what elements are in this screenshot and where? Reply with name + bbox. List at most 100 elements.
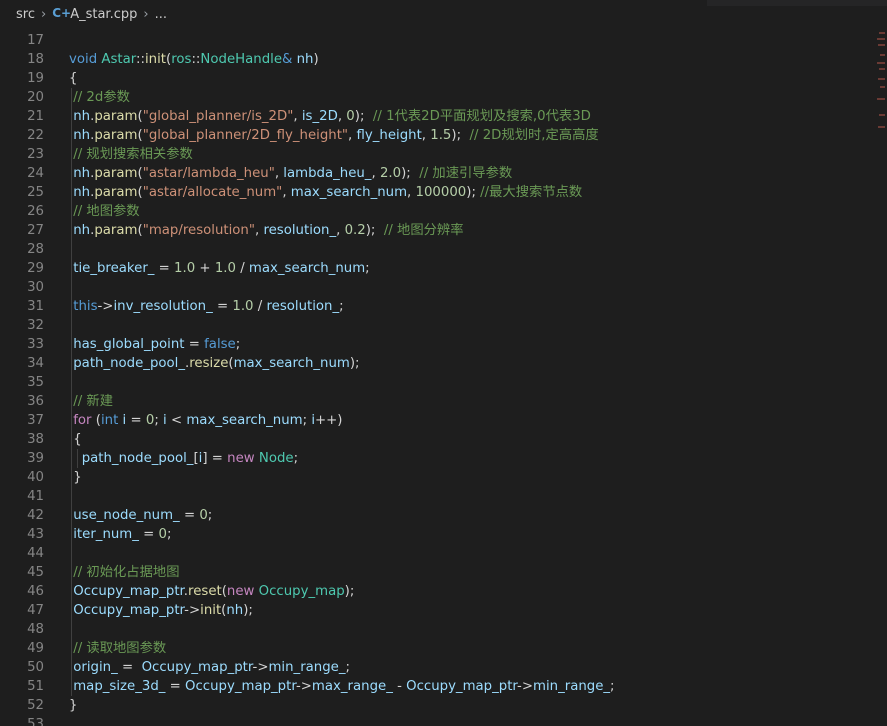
code-line[interactable]: 22 nh.param("global_planner/2D_fly_heigh… xyxy=(0,126,887,145)
code-token: 1.0 xyxy=(174,261,196,276)
code-token: // 读取地图参数 xyxy=(73,641,167,656)
code-text: Occupy_map_ptr.reset(new Occupy_map); xyxy=(69,582,354,601)
code-token: = xyxy=(117,660,142,675)
code-line[interactable]: 25 nh.param("astar/allocate_num", max_se… xyxy=(0,183,887,202)
code-line[interactable]: 45 // 初始化占据地图 xyxy=(0,563,887,582)
code-text: nh.param("astar/allocate_num", max_searc… xyxy=(69,183,582,202)
code-line[interactable]: 28 xyxy=(0,240,887,259)
code-text: path_node_pool_[i] = new Node; xyxy=(69,449,298,468)
code-token: ( xyxy=(91,413,101,428)
code-token: new xyxy=(226,584,255,599)
code-token: // 规划搜索相关参数 xyxy=(73,147,193,162)
code-line[interactable]: 36 // 新建 xyxy=(0,392,887,411)
code-token: "astar/lambda_heu" xyxy=(142,166,275,181)
code-token: 2.0 xyxy=(379,166,402,181)
code-line[interactable]: 18 void Astar::init(ros::NodeHandle& nh) xyxy=(0,50,887,69)
code-token: nh xyxy=(226,603,244,618)
code-text: has_global_point = false; xyxy=(69,335,240,354)
code-line[interactable]: 37 for (int i = 0; i < max_search_num; i… xyxy=(0,411,887,430)
code-line[interactable]: 20 // 2d参数 xyxy=(0,88,887,107)
code-line[interactable]: 38 { xyxy=(0,430,887,449)
code-line[interactable]: 19 { xyxy=(0,69,887,88)
code-line[interactable]: 26 // 地图参数 xyxy=(0,202,887,221)
code-token: ); xyxy=(243,603,253,618)
code-line[interactable]: 17 xyxy=(0,31,887,50)
code-line[interactable]: 34 path_node_pool_.resize(max_search_num… xyxy=(0,354,887,373)
code-token: NodeHandle xyxy=(200,52,283,67)
code-line[interactable]: 24 nh.param("astar/lambda_heu", lambda_h… xyxy=(0,164,887,183)
code-text: // 规划搜索相关参数 xyxy=(69,145,193,164)
code-token: resolution_ xyxy=(266,299,340,314)
code-token: this xyxy=(73,299,98,314)
breadcrumb-file[interactable]: A_star.cpp xyxy=(70,7,137,22)
code-token: // 加速引导参数 xyxy=(419,166,513,181)
code-token: tie_breaker_ xyxy=(73,261,155,276)
code-token: -> xyxy=(517,679,533,694)
line-number: 35 xyxy=(27,375,44,390)
code-line[interactable]: 41 xyxy=(0,487,887,506)
code-line[interactable]: 53 xyxy=(0,715,887,726)
chevron-right-icon: › xyxy=(40,6,47,22)
code-line[interactable]: 47 Occupy_map_ptr->init(nh); xyxy=(0,601,887,620)
minimap-line xyxy=(878,126,885,128)
code-text: } xyxy=(69,468,81,487)
indent-guide xyxy=(71,278,72,297)
code-line[interactable]: 39 path_node_pool_[i] = new Node; xyxy=(0,449,887,468)
code-line[interactable]: 43 iter_num_ = 0; xyxy=(0,525,887,544)
code-line[interactable]: 30 xyxy=(0,278,887,297)
code-line[interactable]: 50 origin_ = Occupy_map_ptr->min_range_; xyxy=(0,658,887,677)
code-token: , xyxy=(371,166,380,181)
code-token: / xyxy=(253,299,267,314)
minimap[interactable] xyxy=(875,28,887,148)
indent-guide xyxy=(71,373,72,392)
code-line[interactable]: 31 this->inv_resolution_ = 1.0 / resolut… xyxy=(0,297,887,316)
code-text: // 新建 xyxy=(69,392,113,411)
code-token: ; xyxy=(207,508,213,523)
code-line[interactable]: 48 xyxy=(0,620,887,639)
code-editor[interactable]: 17 18 void Astar::init(ros::NodeHandle& nh… xyxy=(0,28,887,726)
line-number: 43 xyxy=(27,527,44,542)
code-line[interactable]: 44 xyxy=(0,544,887,563)
code-token: ) xyxy=(313,52,319,67)
code-line[interactable]: 40 } xyxy=(0,468,887,487)
code-text: map_size_3d_ = Occupy_map_ptr->max_range… xyxy=(69,677,614,696)
line-number: 19 xyxy=(27,71,44,86)
code-line[interactable]: 23 // 规划搜索相关参数 xyxy=(0,145,887,164)
code-line[interactable]: 52} xyxy=(0,696,887,715)
code-token: "global_planner/is_2D" xyxy=(142,109,294,124)
code-token: min_range_ xyxy=(268,660,346,675)
code-line[interactable]: 32 xyxy=(0,316,887,335)
code-token: ); xyxy=(466,185,481,200)
code-line[interactable]: 27 nh.param("map/resolution", resolution… xyxy=(0,221,887,240)
code-token: ; xyxy=(339,299,344,314)
code-line[interactable]: 46 Occupy_map_ptr.reset(new Occupy_map); xyxy=(0,582,887,601)
code-token: // 2d参数 xyxy=(73,90,130,105)
code-token: inv_resolution_ xyxy=(113,299,213,314)
code-line[interactable]: 29 tie_breaker_ = 1.0 + 1.0 / max_search… xyxy=(0,259,887,278)
code-text: tie_breaker_ = 1.0 + 1.0 / max_search_nu… xyxy=(69,259,370,278)
code-token: ); xyxy=(451,128,470,143)
code-token: false xyxy=(204,337,236,352)
code-line[interactable]: 51 map_size_3d_ = Occupy_map_ptr->max_ra… xyxy=(0,677,887,696)
code-token: ros xyxy=(171,52,192,67)
code-line[interactable]: 33 has_global_point = false; xyxy=(0,335,887,354)
code-token: origin_ xyxy=(73,660,118,675)
breadcrumb-more[interactable]: ... xyxy=(155,7,167,22)
code-token: ); xyxy=(401,166,420,181)
code-token: ; xyxy=(365,261,370,276)
minimap-line xyxy=(877,98,885,100)
breadcrumb-folder[interactable]: src xyxy=(16,7,35,22)
code-line[interactable]: 49 // 读取地图参数 xyxy=(0,639,887,658)
code-token: resolution_ xyxy=(263,223,337,238)
code-line[interactable]: 42 use_node_num_ = 0; xyxy=(0,506,887,525)
code-line[interactable]: 35 xyxy=(0,373,887,392)
line-number: 49 xyxy=(27,641,44,656)
code-token: + xyxy=(195,261,215,276)
line-number: 38 xyxy=(27,432,44,447)
code-token: 0 xyxy=(158,527,167,542)
code-text: for (int i = 0; i < max_search_num; i++) xyxy=(69,411,342,430)
code-line[interactable]: 21 nh.param("global_planner/is_2D", is_2… xyxy=(0,107,887,126)
code-token: max_search_num xyxy=(233,356,350,371)
code-token: ; xyxy=(345,660,350,675)
